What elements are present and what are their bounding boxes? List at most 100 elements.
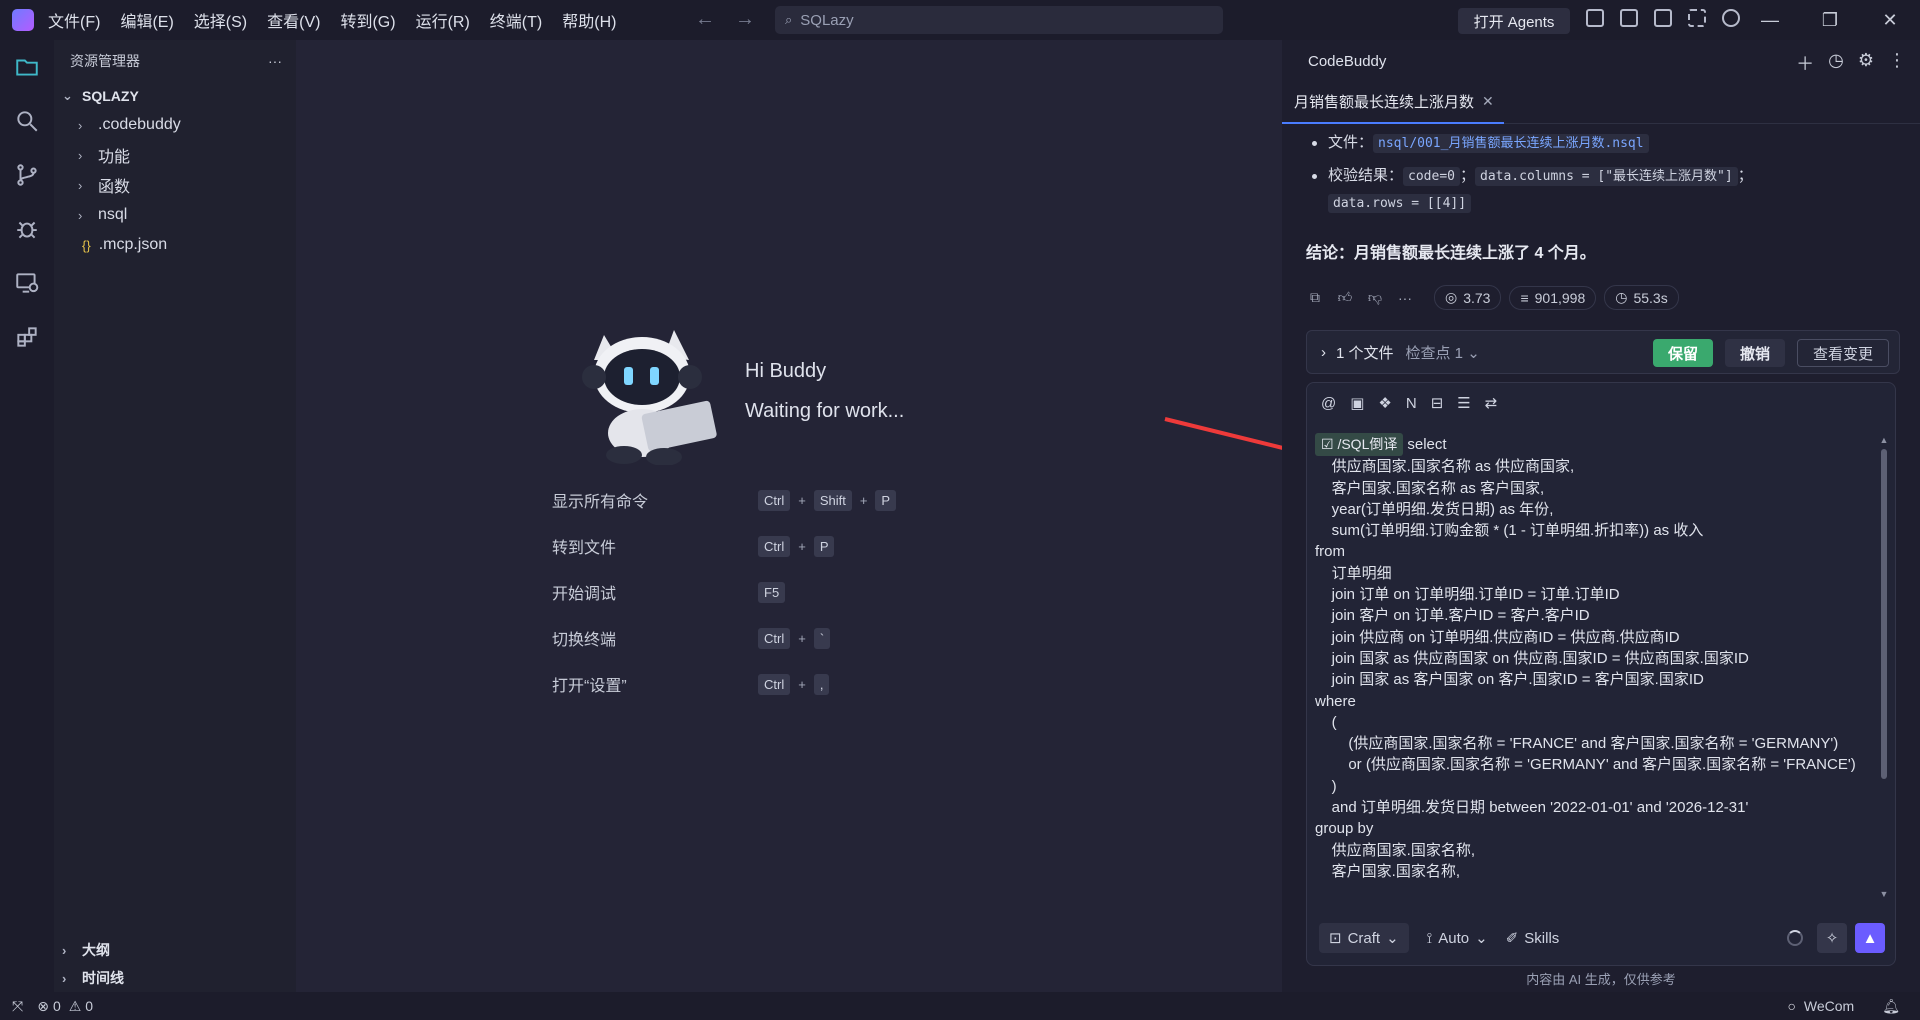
enhance-prompt-icon[interactable]: ✧ bbox=[1817, 923, 1847, 953]
more-icon[interactable]: ⋮ bbox=[1888, 50, 1906, 76]
wecom-status[interactable]: WeCom bbox=[1804, 998, 1854, 1014]
search-activity-icon[interactable] bbox=[0, 94, 54, 148]
history-icon[interactable]: ◷ bbox=[1828, 50, 1844, 76]
result-check-item: 校验结果： code=0； data.columns = ["最长连续上涨月数"]；… bbox=[1306, 163, 1900, 217]
wecom-status-icon: ○ bbox=[1787, 998, 1796, 1014]
keep-button[interactable]: 保留 bbox=[1653, 339, 1713, 367]
send-button[interactable]: ▲ bbox=[1855, 923, 1885, 953]
chevron-right-icon: › bbox=[78, 147, 83, 163]
minimize-icon[interactable]: — bbox=[1740, 0, 1800, 40]
notifications-bell-icon[interactable]: 🔔︎ bbox=[1882, 998, 1900, 1015]
warning-count[interactable]: 0 bbox=[85, 998, 93, 1014]
sql-text: select 供应商国家.国家名称 as 供应商国家, 客户国家.国家名称 as… bbox=[1315, 436, 1856, 880]
image-icon[interactable]: ▣ bbox=[1350, 394, 1364, 412]
search-text: SQLazy bbox=[800, 11, 854, 29]
menu-run[interactable]: 运行(R) bbox=[416, 8, 470, 32]
model-dropdown[interactable]: ⟟ Auto ⌄ bbox=[1427, 929, 1488, 948]
undo-button[interactable]: 撤销 bbox=[1725, 339, 1785, 367]
mention-icon[interactable]: @ bbox=[1321, 395, 1336, 412]
folder-nsql[interactable]: › nsql bbox=[54, 200, 296, 230]
menu-edit[interactable]: 编辑(E) bbox=[120, 8, 173, 32]
shortcut-open-settings[interactable]: 打开“设置” Ctrl + , bbox=[552, 671, 830, 697]
mode-dropdown[interactable]: ⊡ Craft ⌄ bbox=[1319, 923, 1409, 953]
database-icon: ≡ bbox=[1520, 289, 1529, 306]
open-agents-button[interactable]: 打开 Agents bbox=[1458, 8, 1570, 34]
account-icon[interactable] bbox=[1722, 9, 1740, 27]
chat-input-box: @ ▣ ❖ N ⊟ ☰ ⇄ ☑ /SQL倒译 select 供应商国家.国家名称 … bbox=[1306, 382, 1896, 966]
error-icon[interactable]: ⊗ bbox=[37, 998, 49, 1015]
robot-mascot-icon bbox=[582, 330, 717, 465]
chat-input-editor[interactable]: ☑ /SQL倒译 select 供应商国家.国家名称 as 供应商国家, 客户国家… bbox=[1315, 433, 1867, 909]
scroll-down-icon[interactable]: ▼ bbox=[1879, 889, 1889, 899]
file-link[interactable]: nsql/001_月销售额最长连续上涨月数.nsql bbox=[1373, 134, 1649, 153]
folder-features[interactable]: › 功能 bbox=[54, 140, 296, 170]
chevron-right-icon[interactable]: › bbox=[1321, 344, 1326, 361]
thumbs-down-icon[interactable]: 👎︎ bbox=[1366, 289, 1384, 307]
copy-icon[interactable]: ⧉ bbox=[1306, 289, 1324, 307]
search-icon: ⌕ bbox=[785, 12, 793, 27]
back-arrow-icon[interactable]: ← bbox=[695, 8, 715, 31]
chevron-right-icon: › bbox=[62, 942, 67, 958]
codebuddy-panel: CodeBuddy ＋ ◷ ⚙ ⋮ 月销售额最长连续上涨月数 ✕ 文件： nsql… bbox=[1282, 40, 1920, 992]
notion-icon[interactable]: N bbox=[1406, 395, 1417, 412]
clock-icon: ◷ bbox=[1615, 289, 1628, 305]
run-debug-icon[interactable] bbox=[0, 202, 54, 256]
extensions-icon[interactable] bbox=[0, 310, 54, 364]
shortcut-start-debug[interactable]: 开始调试 F5 bbox=[552, 579, 786, 605]
skills-button[interactable]: ✐ Skills bbox=[1506, 929, 1560, 948]
json-file-icon: {} bbox=[82, 237, 91, 253]
toggle-secondary-sidebar-icon[interactable] bbox=[1654, 9, 1672, 27]
customize-layout-icon[interactable] bbox=[1688, 9, 1706, 27]
timeline-section[interactable]: › 时间线 bbox=[54, 964, 296, 992]
source-control-icon[interactable] bbox=[0, 148, 54, 202]
status-bar: ⤧ ⊗ 0 ⚠ 0 ○ WeCom 🔔︎ bbox=[0, 992, 1920, 1020]
input-scrollbar[interactable]: ▲ ▼ bbox=[1879, 435, 1889, 899]
scroll-up-icon[interactable]: ▲ bbox=[1879, 435, 1889, 445]
checkpoint-dropdown[interactable]: 检查点 1 ⌄ bbox=[1406, 342, 1480, 363]
folder-functions[interactable]: › 函数 bbox=[54, 170, 296, 200]
shortcut-show-commands[interactable]: 显示所有命令 Ctrl + Shift + P bbox=[552, 487, 897, 513]
more-dots-icon[interactable]: ··· bbox=[1396, 289, 1414, 307]
thumbs-up-icon[interactable]: 👍︎ bbox=[1336, 289, 1354, 307]
rules-icon[interactable]: ⇄ bbox=[1485, 394, 1498, 412]
activity-bar bbox=[0, 40, 54, 992]
close-icon[interactable]: ✕ bbox=[1860, 0, 1920, 40]
tab-conversation[interactable]: 月销售额最长连续上涨月数 ✕ bbox=[1282, 82, 1504, 124]
command-search[interactable]: ⌕ SQLazy bbox=[775, 6, 1223, 34]
files-count[interactable]: 1 个文件 bbox=[1336, 342, 1394, 363]
sql-command-chip[interactable]: ☑ /SQL倒译 bbox=[1315, 433, 1404, 457]
explorer-icon[interactable] bbox=[0, 40, 54, 94]
forward-arrow-icon[interactable]: → bbox=[735, 8, 755, 31]
menu-file[interactable]: 文件(F) bbox=[48, 8, 100, 32]
shortcut-toggle-terminal[interactable]: 切换终端 Ctrl + ` bbox=[552, 625, 831, 651]
outline-section[interactable]: › 大纲 bbox=[54, 936, 296, 964]
menu-selection[interactable]: 选择(S) bbox=[194, 8, 247, 32]
view-changes-button[interactable]: 查看变更 bbox=[1797, 339, 1889, 367]
file-mcp-json[interactable]: {} .mcp.json bbox=[54, 230, 296, 260]
tab-close-icon[interactable]: ✕ bbox=[1482, 93, 1494, 110]
terminal-icon: ⊡ bbox=[1329, 930, 1342, 947]
menu-view[interactable]: 查看(V) bbox=[267, 8, 320, 32]
scroll-thumb[interactable] bbox=[1881, 449, 1887, 779]
workspace-root[interactable]: ⌄ SQLAZY bbox=[54, 82, 296, 110]
remote-icon[interactable]: ⤧ bbox=[12, 998, 23, 1015]
folder-codebuddy[interactable]: › .codebuddy bbox=[54, 110, 296, 140]
remote-explorer-icon[interactable] bbox=[0, 256, 54, 310]
warning-icon[interactable]: ⚠ bbox=[69, 998, 82, 1015]
knowledge-book-icon[interactable]: ⊟ bbox=[1431, 394, 1444, 412]
menu-help[interactable]: 帮助(H) bbox=[562, 8, 616, 32]
restore-icon[interactable]: ❐ bbox=[1800, 0, 1860, 40]
more-actions-icon[interactable]: ··· bbox=[268, 53, 282, 69]
settings-gear-icon[interactable]: ⚙ bbox=[1858, 50, 1874, 76]
message-actions: ⧉ 👍︎ 👎︎ ··· ◎ 3.73 ≡ 901,998 ◷ 55.3s bbox=[1306, 285, 1900, 310]
menu-terminal[interactable]: 终端(T) bbox=[490, 8, 542, 32]
new-chat-icon[interactable]: ＋ bbox=[1796, 50, 1814, 76]
shortcut-go-to-file[interactable]: 转到文件 Ctrl + P bbox=[552, 533, 835, 559]
list-icon[interactable]: ☰ bbox=[1457, 394, 1470, 412]
error-count[interactable]: 0 bbox=[53, 998, 61, 1014]
menu-go[interactable]: 转到(G) bbox=[340, 8, 395, 32]
figma-icon[interactable]: ❖ bbox=[1378, 394, 1391, 412]
time-badge: ◷ 55.3s bbox=[1604, 285, 1679, 310]
toggle-primary-sidebar-icon[interactable] bbox=[1586, 9, 1604, 27]
toggle-panel-icon[interactable] bbox=[1620, 9, 1638, 27]
